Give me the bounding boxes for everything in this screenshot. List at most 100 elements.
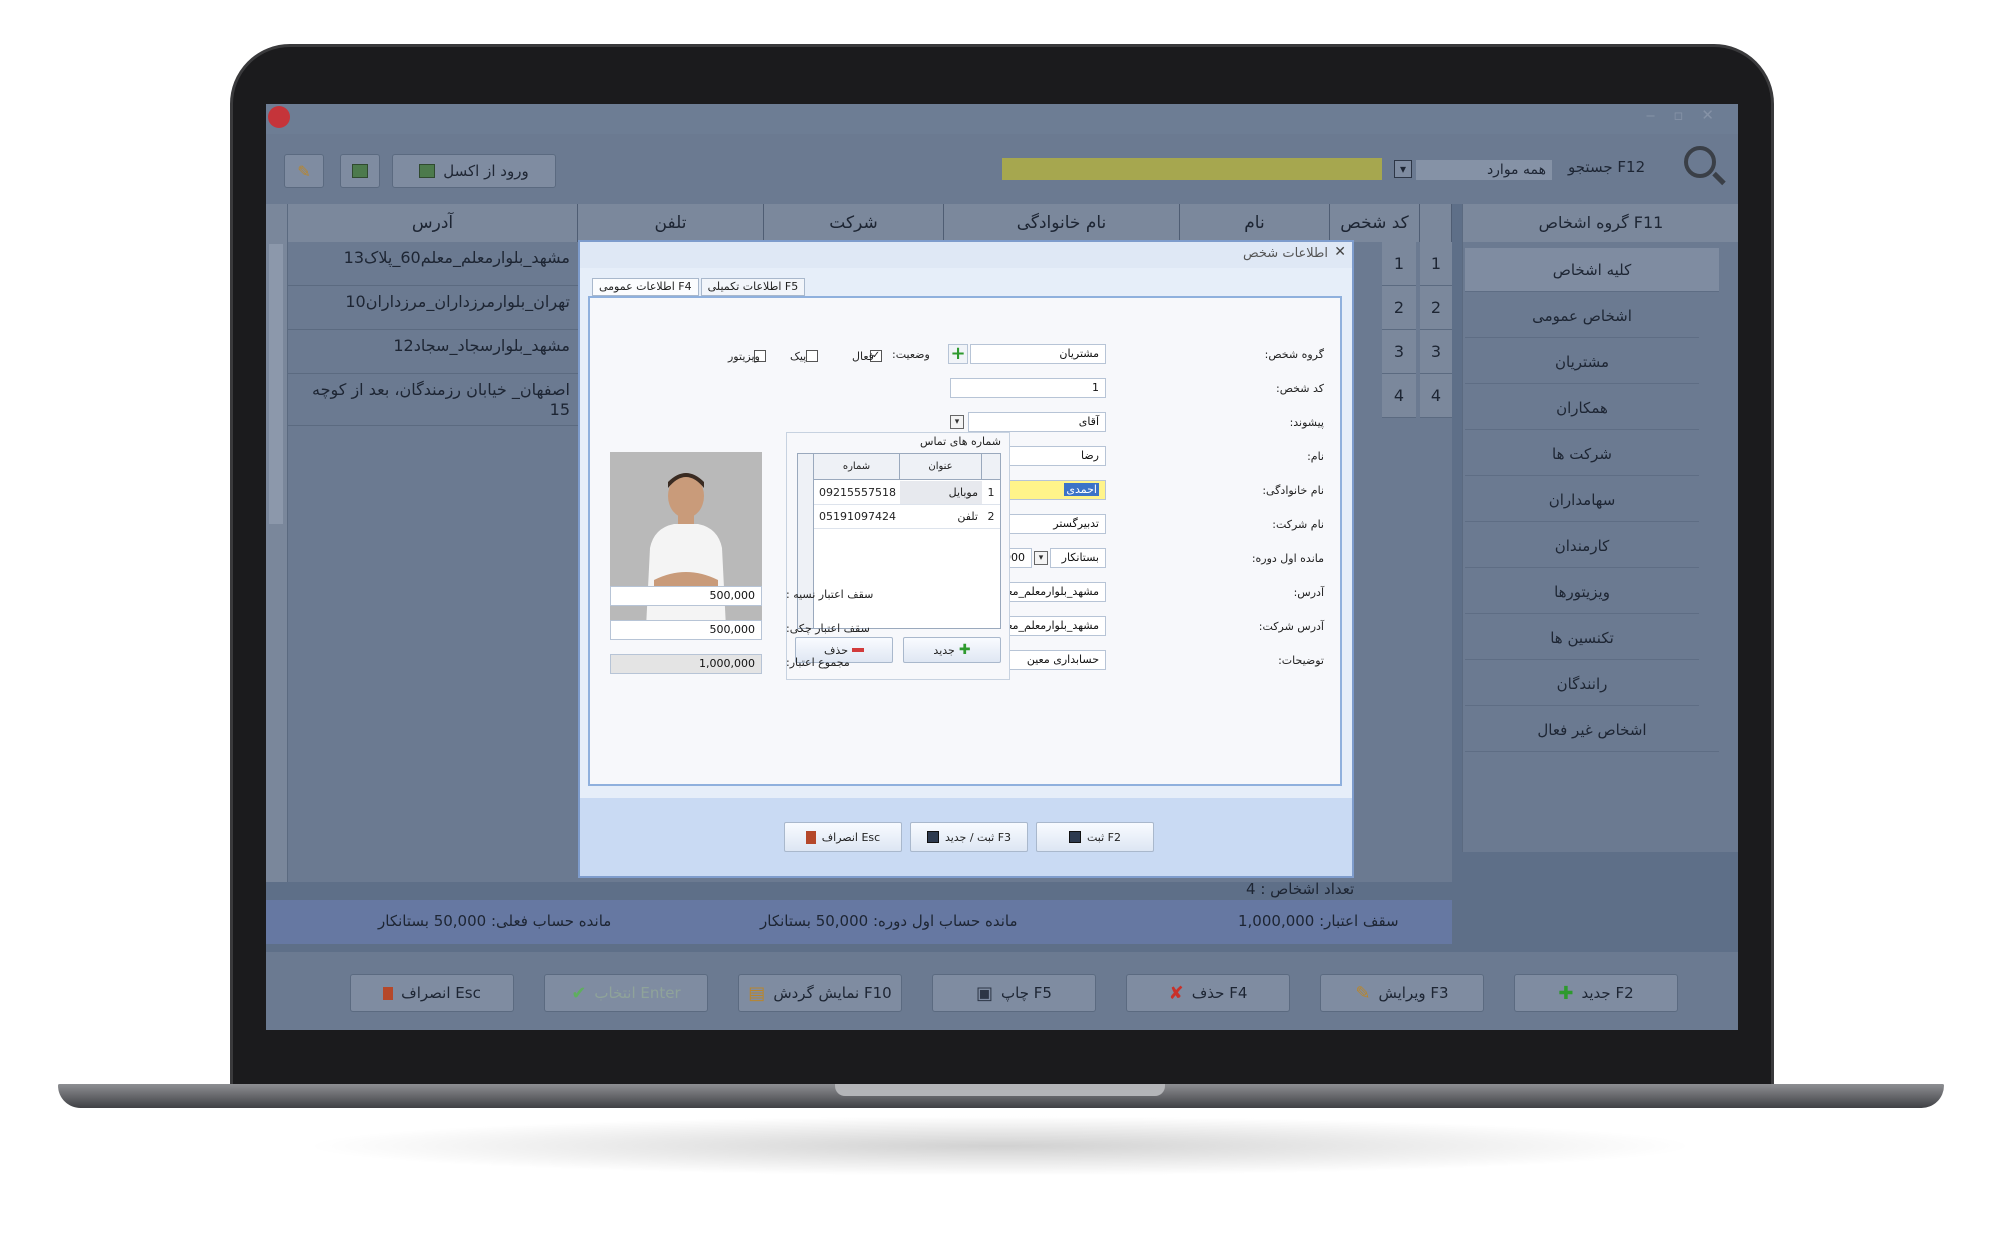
delete-label: حذف F4 — [1191, 984, 1248, 1002]
exit-door-icon — [383, 986, 394, 1000]
sidebar-item-drivers[interactable]: رانندگان — [1465, 662, 1699, 706]
sidebar-header: گروه اشخاص F11 — [1463, 204, 1738, 242]
window-controls[interactable]: ‒▫✕ — [1646, 106, 1732, 124]
new-button[interactable]: ✚ جدید F2 — [1514, 974, 1678, 1012]
cancel-button[interactable]: انصراف Esc — [350, 974, 514, 1012]
tab-extra[interactable]: اطلاعات تکمیلی F5 — [700, 278, 806, 296]
import-excel-button[interactable]: ورود از اکسل — [392, 154, 556, 188]
table-row[interactable]: مشهد_بلوارسجاد_سجاد12 — [288, 330, 578, 374]
family-value: احمدی — [1064, 483, 1099, 496]
contact-number[interactable]: 05191097424 — [814, 505, 900, 529]
person-info-dialog: اطلاعات شخص ✕ اطلاعات عمومی F4 اطلاعات ت… — [578, 240, 1354, 878]
pencil-icon: ✎ — [1355, 982, 1371, 1004]
code-label: کد شخص: — [1275, 382, 1324, 395]
delete-button[interactable]: ✘ حذف F4 — [1126, 974, 1290, 1012]
title-bar: ‒▫✕ — [266, 104, 1738, 134]
contacts-label: شماره های تماس — [920, 435, 1001, 448]
opening-balance: مانده حساب اول دوره: 50,000 بستانکار — [760, 912, 1018, 930]
sidebar-item-employees[interactable]: کارمندان — [1465, 524, 1699, 568]
opening-type-field[interactable]: بستانکار — [1050, 548, 1106, 568]
cancel-label: انصراف Esc — [401, 984, 481, 1002]
edit-button[interactable]: ✎ ویرایش F3 — [1320, 974, 1484, 1012]
contact-title[interactable]: موبایل — [900, 481, 982, 505]
col-header-address[interactable]: آدرس — [288, 204, 578, 242]
print-label: چاپ F5 — [1001, 984, 1052, 1002]
col-header-family[interactable]: نام خانوادگی — [944, 204, 1180, 242]
name-label: نام: — [1307, 450, 1324, 463]
table-row[interactable]: تهران_بلوارمرزداران_مرزداران10 — [288, 286, 578, 330]
person-groups-sidebar: گروه اشخاص F11 کلیه اشخاص اشخاص عمومی مش… — [1462, 204, 1738, 852]
plus-icon: ✚ — [958, 642, 971, 658]
minus-icon — [852, 648, 864, 652]
tab-general[interactable]: اطلاعات عمومی F4 — [592, 278, 699, 296]
search-icon[interactable] — [1684, 146, 1716, 178]
dialog-cancel-label: انصراف Esc — [821, 830, 881, 844]
contact-title[interactable]: تلفن — [900, 505, 982, 529]
col-header-phone[interactable]: تلفن — [578, 204, 764, 242]
app-logo-icon — [268, 106, 290, 128]
grid-scrollbar[interactable] — [266, 204, 288, 882]
add-contact-button[interactable]: ✚ جدید — [903, 637, 1001, 663]
sidebar-item-inactive[interactable]: اشخاص غیر فعال — [1465, 708, 1719, 752]
turnover-button[interactable]: ▤ نمایش گردش F10 — [738, 974, 902, 1012]
theme-button[interactable]: ✎ — [284, 154, 324, 188]
sidebar-item-colleagues[interactable]: همکاران — [1465, 386, 1699, 430]
row-number: 2 — [1420, 286, 1452, 330]
contact-number[interactable]: 09215557518 — [814, 481, 900, 505]
col-header-company[interactable]: شرکت — [764, 204, 944, 242]
dialog-title: اطلاعات شخص — [580, 242, 1352, 268]
select-button[interactable]: ✔ انتخاب Enter — [544, 974, 708, 1012]
active-label: فعال — [852, 350, 874, 363]
add-group-icon[interactable]: + — [948, 344, 968, 364]
contacts-panel: شماره های تماس شماره عنوان 09215557518 م… — [786, 432, 1010, 680]
credit-cheque-field[interactable]: 500,000 — [610, 620, 762, 640]
credit-installment-field[interactable]: 500,000 — [610, 586, 762, 606]
search-label: جستجو F12 — [1568, 158, 1646, 176]
floppy-disk-icon — [926, 831, 939, 843]
close-icon[interactable]: ✕ — [1334, 244, 1346, 260]
row-code: 1 — [1382, 242, 1416, 286]
col-header-code[interactable]: کد شخص — [1330, 204, 1420, 242]
sidebar-item-technicians[interactable]: تکنسین ها — [1465, 616, 1699, 660]
delete-contact-label: حذف — [824, 643, 848, 657]
save-new-button[interactable]: ثبت / جدید F3 — [910, 822, 1028, 852]
sidebar-item-visitors[interactable]: ویزیتورها — [1465, 570, 1699, 614]
export-button[interactable] — [340, 154, 380, 188]
notes-label: توضیحات: — [1278, 654, 1324, 667]
filter-dropdown[interactable]: همه موارد — [1416, 160, 1552, 180]
sidebar-item-all[interactable]: کلیه اشخاص — [1465, 248, 1719, 292]
dialog-cancel-button[interactable]: انصراف Esc — [784, 822, 902, 852]
credit-installment-label: سقف اعتبار نسیه : — [786, 588, 874, 601]
new-label: جدید F2 — [1581, 984, 1634, 1002]
row-number: 3 — [1420, 330, 1452, 374]
address-label: آدرس: — [1293, 586, 1324, 599]
col-header-name[interactable]: نام — [1180, 204, 1330, 242]
prefix-field[interactable]: آقای — [968, 412, 1106, 432]
search-input[interactable] — [1002, 158, 1382, 180]
table-row[interactable]: مشهد_بلوارمعلم_معلم60_پلاک13 — [288, 242, 578, 286]
contacts-table: شماره عنوان 09215557518 موبایل 1 0519109… — [797, 453, 1001, 629]
group-field[interactable]: مشتریان — [970, 344, 1106, 364]
sidebar-item-general[interactable]: اشخاص عمومی — [1465, 294, 1699, 338]
add-contact-label: جدید — [933, 643, 955, 657]
table-row[interactable]: اصفهان_ خیابان رزمندگان، بعد از کوچه 15 — [288, 374, 578, 426]
prefix-dropdown-arrow[interactable]: ▾ — [950, 415, 964, 429]
print-button[interactable]: ▣ چاپ F5 — [932, 974, 1096, 1012]
opening-type-dropdown-arrow[interactable]: ▾ — [1034, 551, 1048, 565]
dialog-tabs: اطلاعات عمومی F4 اطلاعات تکمیلی F5 — [592, 278, 806, 296]
credit-cheque-label: سقف اعتبار چکی: — [786, 622, 870, 635]
filter-dropdown-arrow[interactable]: ▾ — [1394, 160, 1412, 178]
sidebar-item-shareholders[interactable]: سهامداران — [1465, 478, 1699, 522]
printer-icon: ▣ — [976, 982, 994, 1004]
code-field[interactable]: 1 — [950, 378, 1106, 398]
checkmark-icon: ✔ — [571, 982, 587, 1004]
save-button[interactable]: ثبت F2 — [1036, 822, 1154, 852]
contact-rownum: 2 — [982, 505, 1000, 529]
excel-icon — [419, 164, 436, 178]
contacts-scrollbar[interactable] — [798, 454, 814, 628]
credit-total-label: مجموع اعتبار: — [786, 656, 850, 669]
sidebar-item-customers[interactable]: مشتریان — [1465, 340, 1699, 384]
plus-icon: ✚ — [1558, 982, 1574, 1004]
sidebar-item-companies[interactable]: شرکت ها — [1465, 432, 1699, 476]
courier-checkbox[interactable] — [806, 350, 818, 362]
